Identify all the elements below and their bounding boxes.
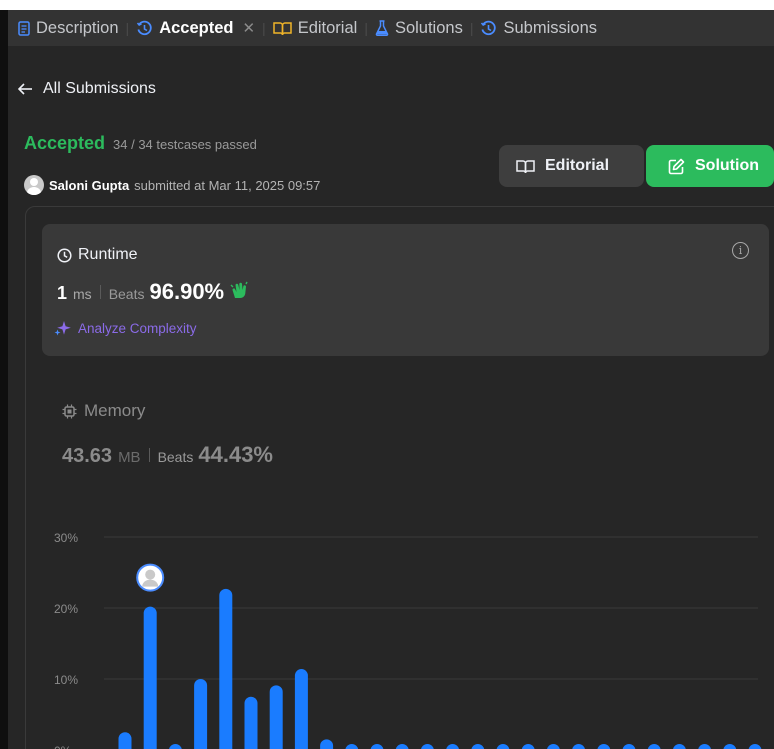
chart-bar xyxy=(471,744,485,749)
history-icon xyxy=(480,20,497,37)
y-tick-label: 30% xyxy=(54,531,78,545)
solution-button[interactable]: Solution xyxy=(646,145,774,187)
submission-status: Accepted 34 / 34 testcases passed xyxy=(24,133,257,154)
arrow-left-icon xyxy=(18,83,33,95)
chart-bar xyxy=(169,744,182,749)
tab-label: Description xyxy=(36,18,119,37)
y-tick-label: 20% xyxy=(54,602,78,616)
tab-description[interactable]: Description xyxy=(18,19,119,38)
chart-bar xyxy=(143,606,157,749)
runtime-value: 1 xyxy=(57,283,68,303)
chart-bar xyxy=(673,744,686,749)
editorial-button[interactable]: Editorial xyxy=(499,145,644,187)
tab-accepted[interactable]: Accepted ✕ xyxy=(136,19,255,38)
chart-bar xyxy=(320,739,334,749)
description-icon xyxy=(18,20,30,36)
edit-icon xyxy=(668,158,685,175)
book-icon xyxy=(272,21,292,36)
chart-bar xyxy=(421,744,434,749)
chart-bar xyxy=(395,744,409,749)
value-separator xyxy=(99,285,101,299)
runtime-beats: 96.90% xyxy=(149,279,225,304)
avatar-head xyxy=(145,569,156,580)
chart-bar xyxy=(345,744,359,749)
tab-separator: | xyxy=(125,20,130,36)
runtime-title: Runtime xyxy=(57,246,138,264)
beats-label: Beats xyxy=(157,449,194,465)
chart-bar xyxy=(294,669,308,749)
chart-bar xyxy=(194,679,208,749)
memory-value: 43.63 xyxy=(62,445,113,467)
analyze-label: Analyze Complexity xyxy=(78,320,197,336)
runtime-values: 1 ms Beats 96.90% xyxy=(57,279,250,305)
memory-values: 43.63 MB Beats 44.43% xyxy=(62,442,279,468)
tab-editorial[interactable]: Editorial xyxy=(272,18,358,38)
chart-bar xyxy=(219,588,233,749)
tab-solutions[interactable]: Solutions xyxy=(375,19,463,38)
info-icon[interactable]: i xyxy=(732,242,749,259)
tab-separator: | xyxy=(364,20,368,36)
runtime-card[interactable]: Runtime i 1 ms Beats 96.90% Analyze Comp… xyxy=(42,224,769,356)
close-icon[interactable]: ✕ xyxy=(242,19,255,37)
submission-panel: Description | Accepted ✕ | Editorial | S… xyxy=(8,10,774,749)
tab-separator: | xyxy=(469,20,474,36)
chart-bar xyxy=(698,744,711,749)
y-tick-label: 10% xyxy=(54,673,78,687)
analyze-complexity-link[interactable]: Analyze Complexity xyxy=(54,320,197,336)
runtime-distribution-chart: 0% 10% 20% 30% xyxy=(54,531,762,749)
tab-submissions[interactable]: Submissions xyxy=(480,19,597,38)
runtime-unit: ms xyxy=(73,286,92,302)
chart-bar xyxy=(547,744,560,749)
runtime-label: Runtime xyxy=(78,246,138,263)
avatar[interactable] xyxy=(24,175,44,195)
chart-bar xyxy=(748,744,762,749)
back-label: All Submissions xyxy=(43,80,156,97)
memory-beats: 44.43% xyxy=(198,442,273,467)
window-left-edge xyxy=(0,10,8,749)
tab-bar: Description | Accepted ✕ | Editorial | S… xyxy=(8,10,774,46)
y-tick-label: 0% xyxy=(54,744,72,749)
status-text: Accepted xyxy=(24,133,106,153)
chart-bar xyxy=(572,744,585,749)
testcases-passed: 34 / 34 testcases passed xyxy=(113,137,257,152)
chart-bar xyxy=(269,685,283,749)
user-name[interactable]: Saloni Gupta xyxy=(49,178,129,193)
chart-bar xyxy=(723,744,737,749)
value-separator xyxy=(148,448,150,462)
flask-icon xyxy=(375,20,389,36)
editorial-button-label: Editorial xyxy=(545,157,610,174)
book-icon xyxy=(516,159,535,174)
beats-label: Beats xyxy=(108,286,145,302)
chip-icon xyxy=(62,404,77,419)
chart-bar xyxy=(647,744,661,749)
all-submissions-link[interactable]: All Submissions xyxy=(8,74,156,104)
submitter-info: Saloni Gupta submitted at Mar 11, 2025 0… xyxy=(24,175,320,195)
tab-label: Submissions xyxy=(503,18,598,37)
chart-bar xyxy=(370,744,384,749)
tab-label: Accepted xyxy=(159,18,234,37)
clock-icon xyxy=(57,247,72,263)
chart-bar xyxy=(244,696,258,749)
sparkle-icon xyxy=(54,320,72,336)
clapping-hands-icon xyxy=(230,281,250,299)
chart-bar xyxy=(597,744,611,749)
chart-bar xyxy=(446,744,459,749)
chart-bar xyxy=(521,744,535,749)
chart-bar xyxy=(622,744,636,749)
submitted-time: submitted at Mar 11, 2025 09:57 xyxy=(134,177,321,193)
memory-label: Memory xyxy=(84,401,146,420)
memory-unit: MB xyxy=(118,449,141,466)
tab-label: Editorial xyxy=(297,18,358,37)
solution-button-label: Solution xyxy=(695,157,759,174)
chart-bar xyxy=(118,732,132,749)
chart-bar xyxy=(496,744,510,749)
window-top-strip xyxy=(0,0,774,10)
tab-label: Solutions xyxy=(394,18,463,37)
tab-separator: | xyxy=(262,20,266,36)
memory-title[interactable]: Memory xyxy=(62,401,145,421)
history-icon xyxy=(136,20,153,37)
